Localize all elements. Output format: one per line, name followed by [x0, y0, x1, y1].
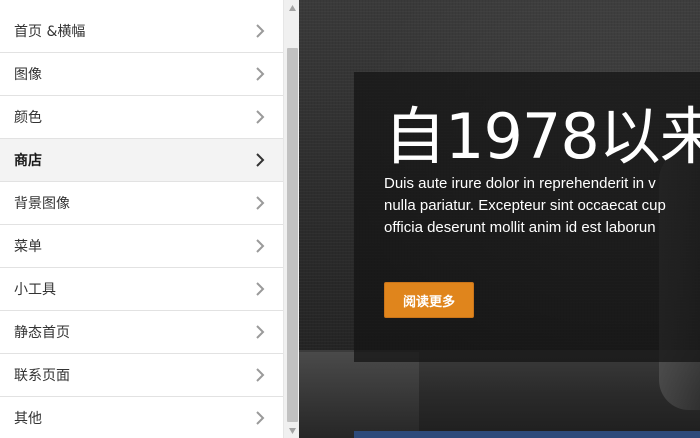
panel-item-label: 小工具	[14, 282, 56, 298]
hero-title: 自1978以来	[384, 100, 700, 173]
panel-item-other[interactable]: 其他	[0, 397, 283, 438]
panel-item-contact-page[interactable]: 联系页面	[0, 354, 283, 397]
panel-item-label: 图像	[14, 67, 42, 83]
hero-body-line: Duis aute irure dolor in reprehenderit i…	[384, 175, 656, 192]
chevron-right-icon	[256, 411, 265, 425]
chevron-right-icon	[256, 282, 265, 296]
panel-item-widgets[interactable]: 小工具	[0, 268, 283, 311]
panel-item-label: 首页 &横幅	[14, 24, 86, 40]
chevron-right-icon	[256, 239, 265, 253]
scroll-down-arrow-icon[interactable]	[288, 427, 297, 435]
panel-item-label: 联系页面	[14, 368, 70, 384]
scroll-up-arrow-icon[interactable]	[288, 4, 297, 12]
panel-item-label: 商店	[14, 153, 42, 169]
panel-item-label: 静态首页	[14, 325, 70, 341]
site-preview: 自1978以来 Duis aute irure dolor in reprehe…	[299, 0, 700, 438]
panel-item-colors[interactable]: 颜色	[0, 96, 283, 139]
read-more-button[interactable]: 阅读更多	[384, 282, 474, 318]
chevron-right-icon	[256, 67, 265, 81]
hero-body-line: nulla pariatur. Excepteur sint occaecat …	[384, 197, 666, 214]
hero-box: 自1978以来 Duis aute irure dolor in reprehe…	[354, 72, 700, 362]
panel-item-homepage-banner[interactable]: 首页 &横幅	[0, 10, 283, 53]
chevron-right-icon	[256, 24, 265, 38]
chevron-right-icon	[256, 110, 265, 124]
panel-item-images[interactable]: 图像	[0, 53, 283, 96]
hero-body-line: officia deserunt mollit anim id est labo…	[384, 219, 656, 236]
scrollbar-thumb[interactable]	[287, 48, 298, 422]
panel-item-menus[interactable]: 菜单	[0, 225, 283, 268]
preview-background-shape	[299, 352, 419, 438]
preview-bottom-bar	[354, 431, 700, 438]
panel-item-label: 背景图像	[14, 196, 70, 212]
customizer-panel: 首页 &横幅 图像 颜色 商店 背景图像 菜单 小工具 静态首页 联系页面 其他	[0, 0, 283, 438]
chevron-right-icon	[256, 368, 265, 382]
panel-item-background-image[interactable]: 背景图像	[0, 182, 283, 225]
panel-item-label: 颜色	[14, 110, 42, 126]
panel-item-shop[interactable]: 商店	[0, 139, 283, 182]
chevron-right-icon	[256, 325, 265, 339]
chevron-right-icon	[256, 153, 265, 167]
panel-item-static-front-page[interactable]: 静态首页	[0, 311, 283, 354]
panel-item-label: 其他	[14, 411, 42, 427]
hero-body: Duis aute irure dolor in reprehenderit i…	[384, 173, 700, 239]
panel-item-label: 菜单	[14, 239, 42, 255]
panel-scrollbar[interactable]	[283, 0, 299, 438]
chevron-right-icon	[256, 196, 265, 210]
